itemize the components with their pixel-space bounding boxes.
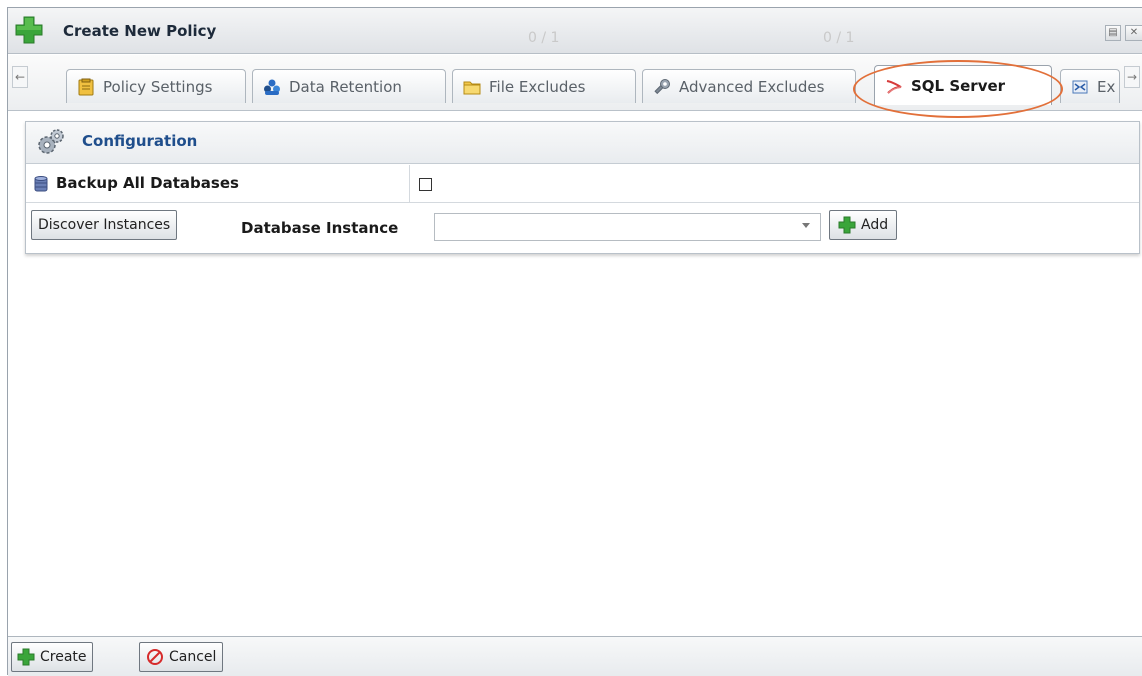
exchange-icon (1072, 80, 1088, 93)
tab-sql-server[interactable]: SQL Server (874, 65, 1052, 105)
folder-icon (463, 81, 481, 94)
tab-label: Advanced Excludes (679, 77, 825, 96)
wrench-icon (654, 78, 670, 94)
dialog-title: Create New Policy (63, 22, 217, 40)
tab-label: Policy Settings (103, 77, 213, 96)
cancel-label: Cancel (169, 649, 217, 665)
database-instance-select[interactable] (434, 213, 821, 241)
tab-label: Data Retention (289, 77, 402, 96)
maximize-button[interactable]: ▤ (1105, 25, 1121, 41)
dropdown-arrow-icon[interactable] (802, 223, 810, 228)
database-icon (34, 176, 48, 192)
add-label: Add (861, 217, 889, 233)
cancel-icon (147, 649, 163, 665)
discover-instances-label: Discover Instances (38, 217, 171, 233)
tab-label: Ex (1097, 77, 1116, 96)
plus-icon (17, 648, 35, 666)
tab-data-retention[interactable]: Data Retention (252, 69, 446, 103)
backup-all-checkbox[interactable] (419, 178, 432, 191)
backup-all-row: Backup All Databases (26, 165, 1139, 203)
configuration-panel: Configuration Backup All Databases Disco… (25, 121, 1140, 254)
tab-label: SQL Server (911, 76, 1006, 95)
tab-policy-settings[interactable]: Policy Settings (66, 69, 246, 103)
cancel-button[interactable]: Cancel (139, 642, 224, 672)
gears-icon (38, 129, 64, 154)
add-button[interactable]: Add (829, 210, 898, 240)
people-icon (264, 79, 280, 95)
tab-strip: ← Policy Settings Data Retention File Ex… (8, 55, 1142, 111)
configuration-header: Configuration (26, 122, 1139, 164)
clipboard-icon (78, 78, 94, 95)
scroll-right-icon[interactable]: → (1124, 66, 1140, 88)
create-button[interactable]: Create (11, 642, 93, 672)
dialog-footer: Create Cancel (8, 636, 1142, 676)
configuration-title: Configuration (82, 132, 198, 150)
database-instance-row: Discover Instances Database Instance Add (26, 204, 1139, 244)
close-button[interactable]: ✕ (1125, 25, 1142, 41)
create-label: Create (40, 649, 87, 665)
create-policy-dialog: Create New Policy 0 / 1 0 / 1 ▤ ✕ ← Poli… (7, 7, 1142, 676)
background-ghost-text: 0 / 1 (823, 30, 855, 46)
discover-instances-button[interactable]: Discover Instances (31, 210, 178, 240)
backup-all-label: Backup All Databases (56, 174, 239, 192)
cell-divider (409, 165, 410, 202)
background-ghost-text: 0 / 1 (528, 30, 560, 46)
scroll-left-icon[interactable]: ← (12, 66, 28, 88)
tab-exchange[interactable]: Ex (1060, 69, 1120, 103)
plus-icon (838, 216, 856, 234)
tab-file-excludes[interactable]: File Excludes (452, 69, 636, 103)
sql-server-icon (886, 79, 902, 94)
database-instance-label: Database Instance (241, 219, 399, 237)
plus-icon (15, 16, 43, 44)
tab-label: File Excludes (489, 77, 586, 96)
tab-advanced-excludes[interactable]: Advanced Excludes (642, 69, 856, 103)
title-bar: Create New Policy 0 / 1 0 / 1 ▤ ✕ (8, 8, 1142, 54)
